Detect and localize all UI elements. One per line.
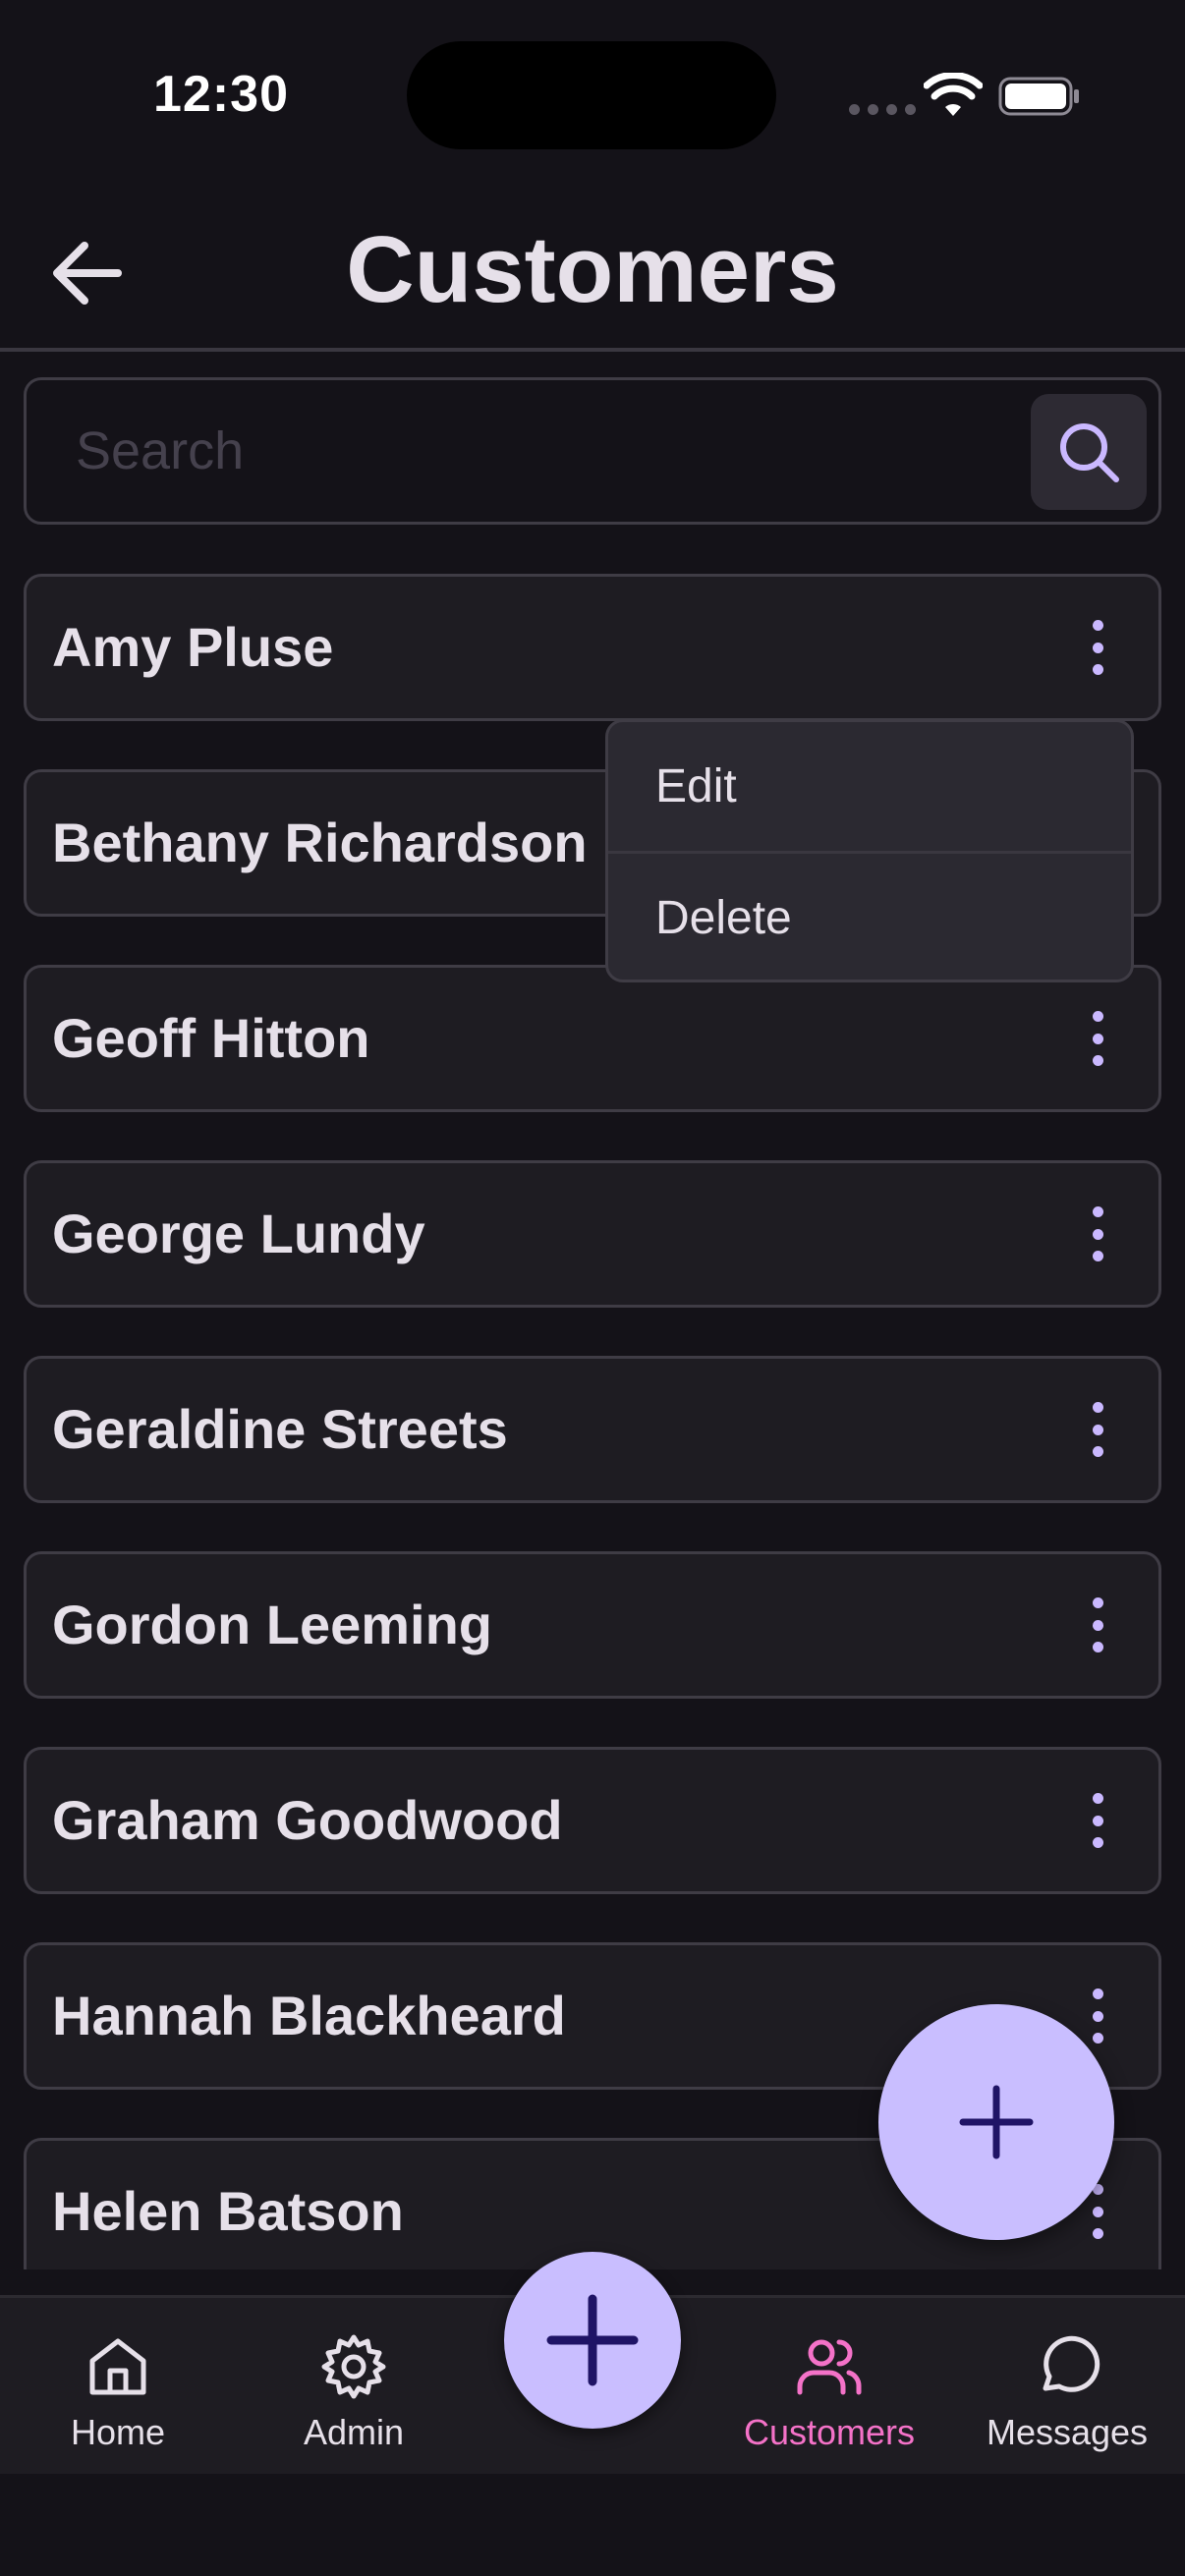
wifi-icon bbox=[924, 73, 983, 116]
users-icon bbox=[797, 2339, 862, 2395]
nav-item-messages[interactable]: Messages bbox=[959, 2331, 1175, 2469]
dynamic-island bbox=[407, 41, 776, 149]
app-bar-divider bbox=[0, 348, 1185, 352]
status-bar: 12:30 bbox=[0, 0, 1185, 187]
more-vertical-icon[interactable] bbox=[1078, 1597, 1117, 1652]
search-icon bbox=[1060, 423, 1119, 482]
nav-item-admin[interactable]: Admin bbox=[246, 2331, 462, 2469]
cellular-signal-icon bbox=[849, 104, 916, 115]
customer-row-geraldine-streets[interactable]: Geraldine Streets bbox=[24, 1356, 1161, 1503]
more-vertical-icon[interactable] bbox=[1078, 1402, 1117, 1457]
back-button[interactable] bbox=[35, 222, 138, 324]
more-vertical-icon[interactable] bbox=[1078, 620, 1117, 675]
customer-row-geoff-hitton[interactable]: Geoff Hitton bbox=[24, 965, 1161, 1112]
home-indicator-area bbox=[0, 2474, 1185, 2576]
message-circle-icon bbox=[1043, 2335, 1100, 2392]
more-vertical-icon[interactable] bbox=[1078, 1011, 1117, 1066]
nav-label-home: Home bbox=[70, 2412, 166, 2452]
nav-label-customers: Customers bbox=[743, 2412, 916, 2452]
battery-icon bbox=[998, 77, 1079, 116]
customer-row-george-lundy[interactable]: George Lundy bbox=[24, 1160, 1161, 1308]
plus-icon bbox=[959, 2085, 1034, 2159]
customer-name: Gordon Leeming bbox=[52, 1594, 492, 1655]
home-icon bbox=[89, 2338, 146, 2395]
gear-icon bbox=[321, 2334, 386, 2399]
customer-row-graham-goodwood[interactable]: Graham Goodwood bbox=[24, 1747, 1161, 1894]
customer-name: Amy Pluse bbox=[52, 616, 334, 678]
nav-label-admin: Admin bbox=[303, 2412, 405, 2452]
customer-row-amy-pluse[interactable]: Amy Pluse bbox=[24, 574, 1161, 721]
screen: 12:30 Customers Search Amy Pluse Bethany… bbox=[0, 0, 1185, 2576]
customer-row-gordon-leeming[interactable]: Gordon Leeming bbox=[24, 1551, 1161, 1699]
customer-name: Geoff Hitton bbox=[52, 1007, 370, 1069]
search-button[interactable] bbox=[1031, 394, 1147, 510]
customer-name: Helen Batson bbox=[52, 2180, 404, 2242]
search-input[interactable] bbox=[50, 380, 1023, 522]
nav-item-customers[interactable]: Customers bbox=[721, 2331, 937, 2469]
customer-name: Bethany Richardson bbox=[52, 812, 588, 873]
plus-icon bbox=[546, 2294, 639, 2386]
add-customer-fab[interactable] bbox=[878, 2004, 1114, 2240]
customer-name: Graham Goodwood bbox=[52, 1789, 563, 1851]
more-vertical-icon[interactable] bbox=[1078, 1206, 1117, 1261]
customer-name: Hannah Blackheard bbox=[52, 1985, 566, 2046]
nav-item-home[interactable]: Home bbox=[10, 2331, 226, 2469]
arrow-left-icon bbox=[53, 242, 122, 305]
customer-name: George Lundy bbox=[52, 1203, 425, 1264]
customer-name: Geraldine Streets bbox=[52, 1398, 508, 1460]
menu-item-delete[interactable]: Delete bbox=[608, 854, 1131, 980]
menu-item-edit[interactable]: Edit bbox=[608, 722, 1131, 851]
nav-label-messages: Messages bbox=[986, 2412, 1149, 2452]
context-menu: Edit Delete bbox=[605, 719, 1134, 982]
nav-add-button[interactable] bbox=[504, 2252, 681, 2429]
more-vertical-icon[interactable] bbox=[1078, 1793, 1117, 1848]
top-app-bar: Customers bbox=[0, 187, 1185, 348]
more-vertical-icon[interactable] bbox=[1078, 1988, 1117, 2044]
page-title: Customers bbox=[346, 217, 839, 322]
status-time: 12:30 bbox=[153, 66, 289, 123]
search-box bbox=[24, 377, 1161, 525]
